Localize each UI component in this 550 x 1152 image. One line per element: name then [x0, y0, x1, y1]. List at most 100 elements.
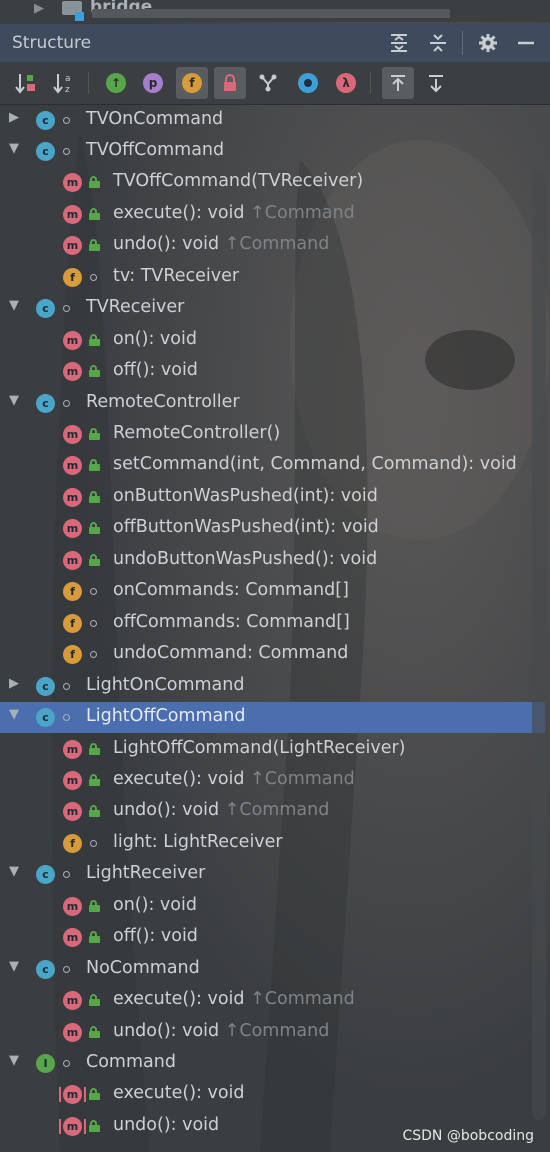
public-lock-icon — [89, 522, 100, 535]
tree-row-method[interactable]: m LightOffCommand(LightReceiver) — [0, 734, 545, 765]
member-signature: offCommands: Command[] — [113, 611, 350, 632]
sort-visibility-icon — [15, 74, 35, 94]
tree-row-method[interactable]: m onButtonWasPushed(int): void — [0, 482, 545, 513]
collapse-arrow-icon[interactable]: ▼ — [7, 959, 21, 974]
tree-row-abstract-method[interactable]: m execute(): void — [0, 1079, 545, 1110]
tree-item-label: RemoteController — [86, 392, 240, 412]
collapse-all-button[interactable] — [424, 29, 452, 57]
tree-item-label: setCommand(int, Command, Command): void — [113, 454, 517, 474]
expand-arrow-icon[interactable]: ▶ — [34, 1, 44, 16]
tree-row-method[interactable]: m on(): void — [0, 325, 545, 356]
expand-all-button[interactable] — [385, 29, 413, 57]
tree-row-class[interactable]: ▶ c LightOnCommand — [0, 671, 545, 702]
tree-row-field[interactable]: f onCommands: Command[] — [0, 576, 545, 607]
show-lambdas-filter-button[interactable] — [292, 67, 324, 99]
tree-row-class[interactable]: ▼ c LightOffCommand — [0, 702, 545, 734]
public-lock-icon — [89, 994, 100, 1007]
horizontal-scrollbar[interactable] — [92, 9, 450, 18]
class-icon: c — [36, 299, 55, 319]
member-signature: on(): void — [113, 894, 197, 915]
show-properties-button[interactable]: p — [137, 67, 169, 99]
method-icon: m — [63, 236, 82, 256]
collapse-arrow-icon[interactable]: ▼ — [7, 707, 21, 722]
tree-row-interface[interactable]: ▼ I Command — [0, 1048, 545, 1079]
tree-row-class[interactable]: ▼ c TVOffCommand — [0, 136, 545, 167]
expand-arrow-icon[interactable]: ▶ — [7, 676, 21, 691]
settings-button[interactable] — [474, 29, 502, 57]
tree-row-field[interactable]: f offCommands: Command[] — [0, 608, 545, 639]
tree-row-class[interactable]: ▶ c TVOnCommand — [0, 105, 545, 136]
class-icon: c — [36, 959, 55, 979]
member-signature: RemoteController() — [113, 423, 281, 443]
tree-row-class[interactable]: ▼ c TVReceiver — [0, 293, 545, 324]
tree-item-label: onButtonWasPushed(int): void — [113, 486, 378, 506]
show-fields-button[interactable]: f — [176, 67, 208, 99]
tree-row-method[interactable]: m TVOffCommand(TVReceiver) — [0, 167, 545, 198]
hide-panel-button[interactable] — [512, 29, 540, 57]
tree-item-label: execute(): void — [113, 1083, 245, 1103]
public-lock-icon — [89, 428, 100, 440]
tree-row-method[interactable]: m offButtonWasPushed(int): void — [0, 513, 545, 544]
public-lock-icon — [89, 899, 100, 912]
tree-row-field[interactable]: f tv: TVReceiver — [0, 262, 545, 293]
member-signature: LightOffCommand — [86, 706, 246, 727]
inherited-from-label: ↑Command — [224, 800, 330, 821]
public-lock-icon — [89, 1088, 100, 1101]
public-lock-icon — [89, 805, 100, 818]
tree-item-label: undoButtonWasPushed(): void — [113, 549, 377, 569]
tree-row-class[interactable]: ▼ c LightReceiver — [0, 859, 545, 890]
collapse-arrow-icon[interactable]: ▼ — [7, 298, 21, 313]
method-icon: m — [63, 487, 82, 507]
tree-row-method[interactable]: m on(): void — [0, 891, 545, 922]
autoscroll-to-source-button[interactable] — [382, 67, 414, 99]
package-visibility-icon — [63, 965, 70, 973]
show-non-public-button[interactable] — [214, 67, 246, 99]
lock-icon — [224, 74, 236, 91]
tree-row-field[interactable]: f light: LightReceiver — [0, 828, 545, 859]
member-signature: TVOnCommand — [86, 108, 224, 129]
show-inherited-button[interactable]: ↑ — [100, 67, 132, 99]
public-lock-icon — [89, 176, 100, 189]
member-signature: off(): void — [113, 926, 198, 947]
method-icon: m — [63, 456, 82, 476]
show-lambdas-button[interactable]: λ — [330, 67, 362, 99]
tree-row-method[interactable]: m setCommand(int, Command, Command): void — [0, 450, 545, 481]
property-icon: p — [143, 73, 163, 93]
sort-by-visibility-button[interactable] — [10, 67, 42, 99]
tree-row-method[interactable]: m undo(): void ↑Command — [0, 230, 545, 261]
tree-row-class[interactable]: ▼ c NoCommand — [0, 954, 545, 985]
member-signature: Command — [86, 1052, 176, 1072]
public-lock-icon — [89, 459, 100, 472]
collapse-arrow-icon[interactable]: ▼ — [7, 393, 21, 408]
tree-row-method[interactable]: m undo(): void ↑Command — [0, 796, 545, 827]
tree-row-method[interactable]: m execute(): void ↑Command — [0, 985, 545, 1016]
class-icon: c — [36, 393, 55, 413]
collapse-arrow-icon[interactable]: ▼ — [7, 1053, 21, 1068]
gear-icon — [479, 34, 497, 52]
method-icon: m — [63, 739, 82, 759]
method-icon: m — [63, 991, 82, 1011]
public-lock-icon — [89, 1119, 100, 1132]
collapse-arrow-icon[interactable]: ▼ — [7, 141, 21, 156]
tree-item-label: TVOnCommand — [86, 109, 223, 129]
tree-row-method[interactable]: m off(): void — [0, 356, 545, 387]
tree-row-method[interactable]: m undo(): void ↑Command — [0, 1017, 545, 1048]
svg-text:a: a — [65, 74, 71, 84]
tree-row-method[interactable]: m RemoteController() — [0, 419, 545, 450]
collapse-arrow-icon[interactable]: ▼ — [7, 864, 21, 879]
tree-row-method[interactable]: m off(): void — [0, 922, 545, 953]
autoscroll-from-source-button[interactable] — [420, 67, 452, 99]
vertical-scrollbar[interactable] — [532, 170, 546, 1120]
tree-row-method[interactable]: m execute(): void ↑Command — [0, 765, 545, 796]
tree-row-method[interactable]: m undoButtonWasPushed(): void — [0, 545, 545, 576]
method-icon: m — [63, 550, 82, 570]
public-lock-icon — [89, 490, 100, 503]
sort-alphabetically-button[interactable]: a z — [48, 67, 80, 99]
expand-arrow-icon[interactable]: ▶ — [7, 110, 21, 125]
tree-row-field[interactable]: f undoCommand: Command — [0, 639, 545, 670]
show-anonymous-button[interactable] — [252, 67, 284, 99]
tree-row-class[interactable]: ▼ c RemoteController — [0, 388, 545, 419]
tree-row-method[interactable]: m execute(): void ↑Command — [0, 199, 545, 230]
inherited-icon: ↑ — [106, 73, 126, 93]
package-visibility-icon — [90, 588, 97, 596]
